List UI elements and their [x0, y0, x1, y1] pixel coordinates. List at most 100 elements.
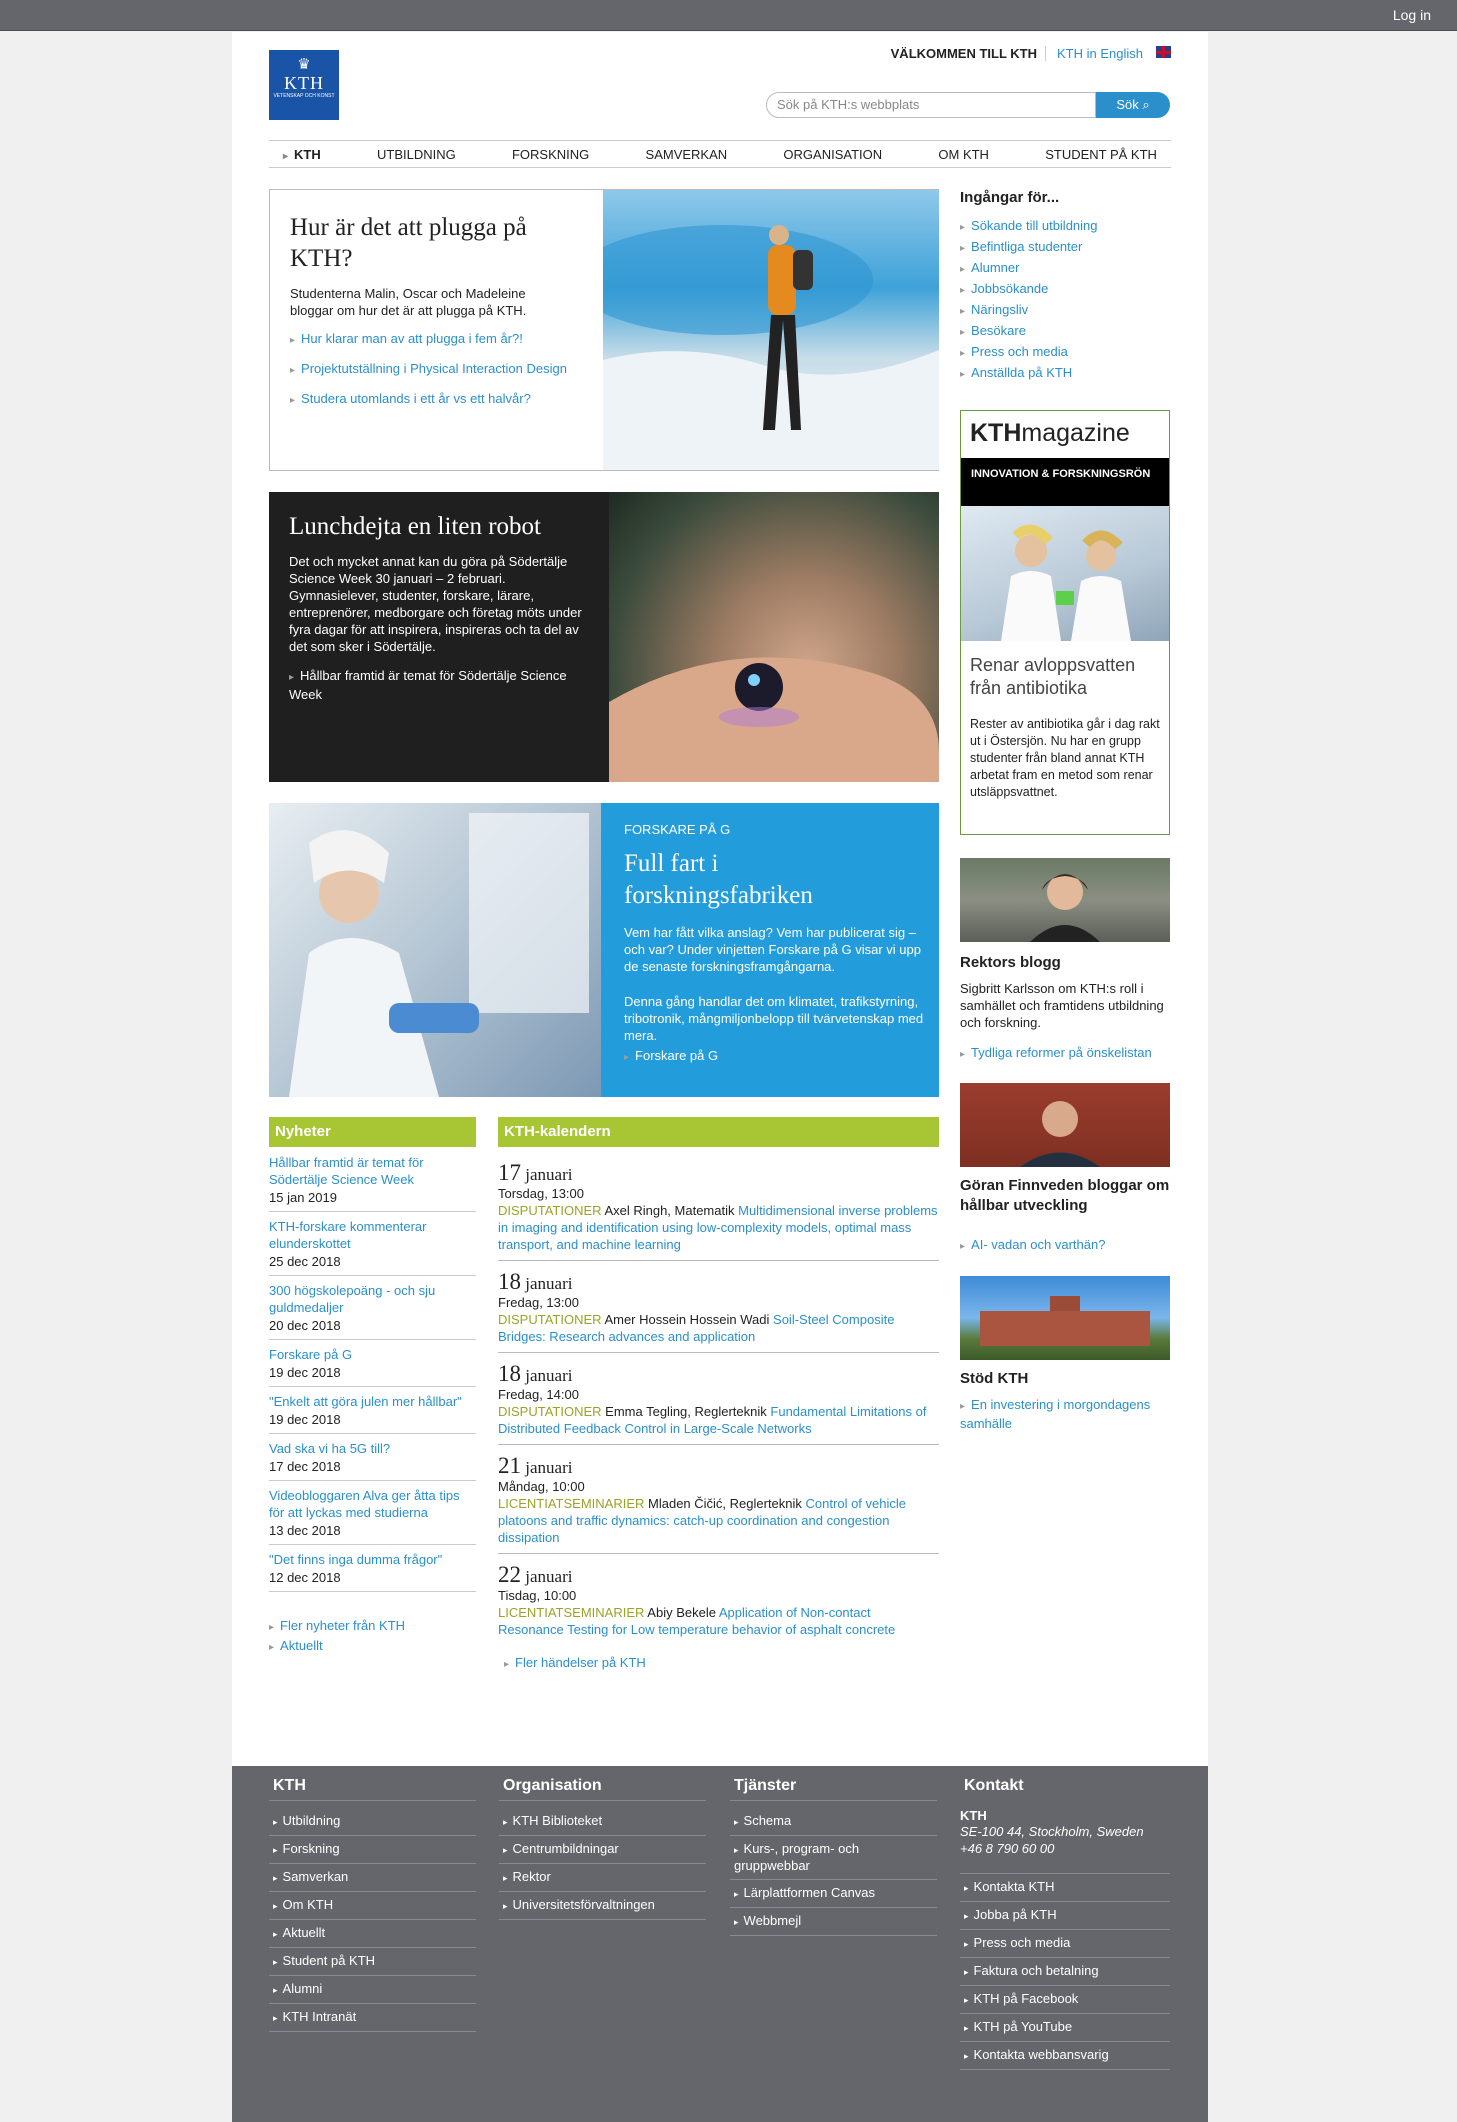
stod-link[interactable]: En investering i morgondagens samhälle: [960, 1396, 1170, 1432]
stod-campus-photo[interactable]: [960, 1276, 1170, 1360]
calendar-event: 17 januari Torsdag, 13:00 DISPUTATIONER …: [498, 1152, 939, 1261]
lab-researcher-photo: [269, 803, 601, 1097]
footer-link[interactable]: Student på KTH: [269, 1948, 476, 1976]
footer-link[interactable]: Centrumbildningar: [499, 1836, 706, 1864]
footer-link[interactable]: Lärplattformen Canvas: [730, 1880, 937, 1908]
news-date: 15 jan 2019: [269, 1190, 337, 1205]
magazine-band: INNOVATION & FORSKNINGSRÖN: [961, 458, 1169, 506]
footer-link[interactable]: Forskning: [269, 1836, 476, 1864]
campus-illustration: [980, 1296, 1150, 1346]
feature-link[interactable]: Hållbar framtid är temat för Södertälje …: [289, 667, 594, 703]
event-person: Abiy Bekele: [647, 1605, 716, 1620]
event-date: 18 januari: [498, 1361, 573, 1386]
news-link[interactable]: Forskare på G: [269, 1346, 476, 1363]
event-date: 17 januari: [498, 1160, 573, 1185]
footer-link[interactable]: Universitetsförvaltningen: [499, 1892, 706, 1920]
nav-utbildning[interactable]: UTBILDNING: [363, 147, 470, 162]
footer-link[interactable]: Kontakta KTH: [960, 1874, 1170, 1902]
sidebar-link[interactable]: Jobbsökande: [960, 281, 1170, 296]
event-time: Måndag, 10:00: [498, 1479, 585, 1494]
more-events-link[interactable]: Fler händelser på KTH: [504, 1655, 939, 1670]
feature-title[interactable]: Lunchdejta en liten robot: [289, 512, 589, 542]
feature-link[interactable]: Forskare på G: [624, 1048, 718, 1063]
feature-body: Studenterna Malin, Oscar och Madeleine b…: [290, 286, 527, 318]
footer-link[interactable]: Webbmejl: [730, 1908, 937, 1936]
robot-illustration: [609, 657, 939, 782]
footer-link[interactable]: Kontakta webbansvarig: [960, 2042, 1170, 2070]
footer-link[interactable]: Samverkan: [269, 1864, 476, 1892]
magazine-illustration: [1001, 524, 1131, 641]
news-link[interactable]: KTH-forskare kommenterar elunderskottet: [269, 1218, 476, 1252]
footer-link[interactable]: KTH på YouTube: [960, 2014, 1170, 2042]
magazine-lab-photo: [961, 506, 1169, 641]
goran-photo[interactable]: [960, 1083, 1170, 1167]
news-link[interactable]: Vad ska vi ha 5G till?: [269, 1440, 476, 1457]
news-link[interactable]: 300 högskolepoäng - och sju guldmedaljer: [269, 1282, 476, 1316]
nav-forskning[interactable]: FORSKNING: [498, 147, 603, 162]
feature-link[interactable]: Projektutställning i Physical Interactio…: [290, 361, 590, 376]
news-link[interactable]: Hållbar framtid är temat för Södertälje …: [269, 1154, 476, 1188]
news-heading: Nyheter: [269, 1117, 476, 1147]
aktuellt-link[interactable]: Aktuellt: [269, 1638, 476, 1653]
footer-link[interactable]: Utbildning: [269, 1808, 476, 1836]
kth-logo[interactable]: ♛ KTH VETENSKAP OCH KONST: [269, 50, 339, 120]
sidebar-link[interactable]: Press och media: [960, 344, 1170, 359]
login-link[interactable]: Log in: [1393, 7, 1431, 23]
footer-link[interactable]: Jobba på KTH: [960, 1902, 1170, 1930]
search-button[interactable]: Sök ⌕: [1096, 92, 1170, 118]
rektor-body: Sigbritt Karlsson om KTH:s roll i samhäl…: [960, 981, 1164, 1030]
more-news-link[interactable]: Fler nyheter från KTH: [269, 1618, 476, 1633]
rektor-link[interactable]: Tydliga reformer på önskelistan: [960, 1045, 1170, 1060]
feature-title[interactable]: Hur är det att plugga på KTH?: [290, 212, 570, 274]
sidebar-link[interactable]: Sökande till utbildning: [960, 218, 1170, 233]
rektor-photo[interactable]: [960, 858, 1170, 942]
footer-link[interactable]: KTH Biblioteket: [499, 1808, 706, 1836]
stod-title[interactable]: Stöd KTH: [960, 1370, 1170, 1387]
sidebar-link[interactable]: Anställda på KTH: [960, 365, 1170, 380]
sidebar-link[interactable]: Besökare: [960, 323, 1170, 338]
footer-link[interactable]: Alumni: [269, 1976, 476, 2004]
news-link[interactable]: Videobloggaren Alva ger åtta tips för at…: [269, 1487, 476, 1521]
footer-link[interactable]: Rektor: [499, 1864, 706, 1892]
sidebar-link[interactable]: Näringsliv: [960, 302, 1170, 317]
news-date: 25 dec 2018: [269, 1254, 341, 1269]
welcome-text: VÄLKOMMEN TILL KTH: [890, 46, 1037, 61]
calendar-heading: KTH-kalendern: [498, 1117, 939, 1147]
news-date: 19 dec 2018: [269, 1412, 341, 1427]
crown-icon: ♛: [297, 57, 311, 73]
nav-organisation[interactable]: ORGANISATION: [769, 147, 896, 162]
feature-link[interactable]: Studera utomlands i ett år vs ett halvår…: [290, 391, 590, 406]
feature-link[interactable]: Hur klarar man av att plugga i fem år?!: [290, 331, 590, 346]
footer-col-kth: KTH Utbildning Forskning Samverkan Om KT…: [269, 1777, 476, 2032]
footer-link[interactable]: Om KTH: [269, 1892, 476, 1920]
goran-title[interactable]: Göran Finnveden bloggar om hållbar utvec…: [960, 1176, 1170, 1216]
sidebar-link[interactable]: Befintliga studenter: [960, 239, 1170, 254]
footer-link[interactable]: Kurs-, program- och gruppwebbar: [730, 1836, 937, 1880]
feature-body: Det och mycket annat kan du göra på Söde…: [289, 554, 582, 654]
footer-link[interactable]: Press och media: [960, 1930, 1170, 1958]
nav-student[interactable]: STUDENT PÅ KTH: [1031, 147, 1171, 162]
footer-link[interactable]: Aktuellt: [269, 1920, 476, 1948]
nav-samverkan[interactable]: SAMVERKAN: [632, 147, 742, 162]
footer-link[interactable]: Faktura och betalning: [960, 1958, 1170, 1986]
event-category: DISPUTATIONER: [498, 1203, 602, 1218]
news-list: Hållbar framtid är temat för Södertälje …: [269, 1152, 476, 1668]
feature-title[interactable]: Full fart i forskningsfabriken: [624, 848, 904, 912]
sidebar-link[interactable]: Alumner: [960, 260, 1170, 275]
footer-link[interactable]: KTH Intranät: [269, 2004, 476, 2032]
news-link[interactable]: "Det finns inga dumma frågor": [269, 1551, 476, 1568]
nav-om-kth[interactable]: OM KTH: [924, 147, 1003, 162]
event-category: LICENTIATSEMINARIER: [498, 1605, 645, 1620]
search-input[interactable]: Sök på KTH:s webbplats: [766, 92, 1096, 118]
robot-in-hand-photo: [609, 492, 939, 782]
footer-link[interactable]: KTH på Facebook: [960, 1986, 1170, 2014]
nav-kth[interactable]: KTH: [269, 147, 335, 162]
magazine-teaser[interactable]: KTHmagazine INNOVATION & FORSKNINGSRÖN R…: [960, 410, 1170, 835]
footer-link[interactable]: Schema: [730, 1808, 937, 1836]
news-link[interactable]: "Enkelt att göra julen mer hållbar": [269, 1393, 476, 1410]
rektor-title[interactable]: Rektors blogg: [960, 954, 1170, 971]
goran-link[interactable]: AI- vadan och varthän?: [960, 1237, 1170, 1252]
english-link[interactable]: KTH in English: [1057, 46, 1143, 61]
news-item: "Det finns inga dumma frågor" 12 dec 2018: [269, 1549, 476, 1592]
uk-flag-icon[interactable]: [1156, 46, 1171, 58]
